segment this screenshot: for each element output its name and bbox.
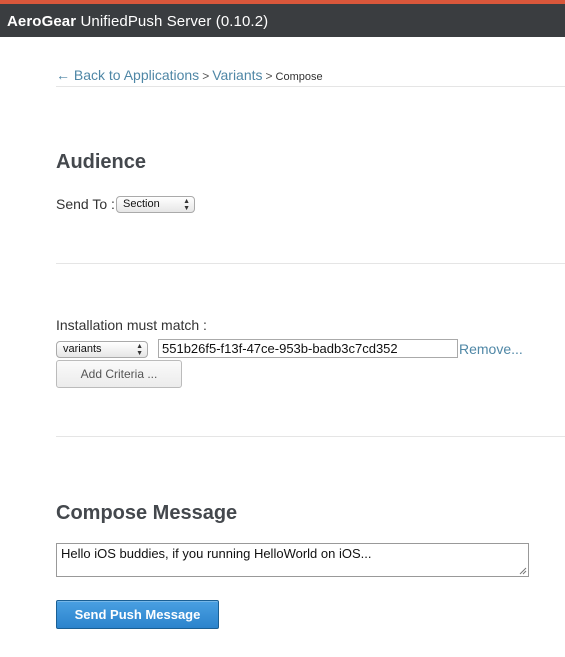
criteria-value-input[interactable]: 551b26f5-f13f-47ce-953b-badb3c7cd352 [158,339,458,358]
remove-criteria-link[interactable]: Remove... [459,341,523,357]
message-text: Hello iOS buddies, if you running HelloW… [61,546,372,561]
send-push-message-button[interactable]: Send Push Message [56,600,219,629]
back-to-applications-link[interactable]: ← Back to Applications [56,67,199,83]
audience-heading: Audience [56,151,147,173]
breadcrumb: ← Back to Applications > Variants > Compose [56,67,323,83]
criteria-field-value: variants [63,343,102,355]
select-arrows-icon: ▲ ▼ [136,343,143,357]
send-to-select[interactable]: Section ▲ ▼ [116,196,195,213]
top-bar: AeroGear UnifiedPush Server (0.10.2) [0,0,565,37]
app-title-rest: UnifiedPush Server (0.10.2) [76,13,269,30]
divider [56,86,565,87]
divider [56,263,565,264]
send-to-value: Section [123,198,160,210]
back-link-label: Back to Applications [73,67,200,83]
message-textarea[interactable]: Hello iOS buddies, if you running HelloW… [56,543,529,577]
criteria-field-select[interactable]: variants ▲ ▼ [56,341,148,358]
send-to-label: Send To : [56,196,115,212]
back-arrow-icon: ← [56,67,70,83]
installation-match-label: Installation must match : [56,317,207,333]
select-arrows-icon: ▲ ▼ [183,198,190,212]
compose-heading: Compose Message [56,502,238,524]
breadcrumb-separator: > [265,69,273,83]
variants-link[interactable]: Variants [212,67,262,83]
brand-name: AeroGear [7,13,77,30]
app-title: AeroGear UnifiedPush Server (0.10.2) [7,13,268,30]
breadcrumb-separator: > [202,69,210,83]
resize-handle-icon[interactable] [519,567,527,575]
breadcrumb-current: Compose [275,71,323,83]
divider [56,436,565,437]
add-criteria-button[interactable]: Add Criteria ... [56,360,182,388]
